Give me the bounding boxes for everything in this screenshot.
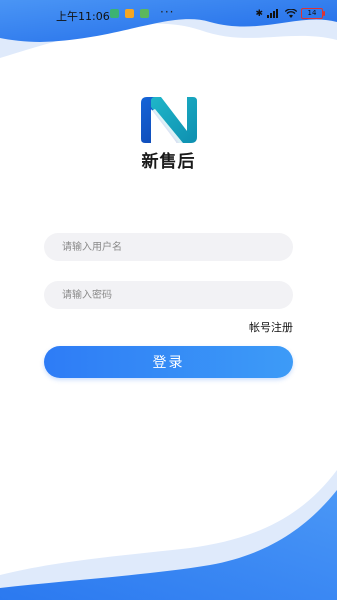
password-input[interactable] bbox=[44, 281, 293, 309]
register-account-link[interactable]: 帐号注册 bbox=[249, 319, 293, 335]
app-name: 新售后 bbox=[141, 152, 196, 172]
battery-icon: 14 bbox=[301, 8, 325, 19]
username-input[interactable] bbox=[44, 233, 293, 261]
login-button[interactable]: 登录 bbox=[44, 346, 293, 378]
more-notifications-icon: ··· bbox=[160, 5, 175, 19]
chat-app-icon bbox=[140, 9, 149, 18]
notification-icons bbox=[110, 9, 149, 18]
folder-app-icon bbox=[125, 9, 134, 18]
system-indicators: ✱ 14 bbox=[255, 8, 325, 19]
shield-app-icon bbox=[110, 9, 119, 18]
app-logo-n-icon bbox=[141, 97, 197, 143]
status-time: 上午11:06 bbox=[56, 10, 110, 23]
signal-icon bbox=[267, 9, 278, 18]
bluetooth-icon: ✱ bbox=[255, 8, 263, 19]
status-bar: 上午11:06 ··· ✱ 14 bbox=[0, 0, 337, 28]
wifi-icon bbox=[285, 9, 297, 18]
